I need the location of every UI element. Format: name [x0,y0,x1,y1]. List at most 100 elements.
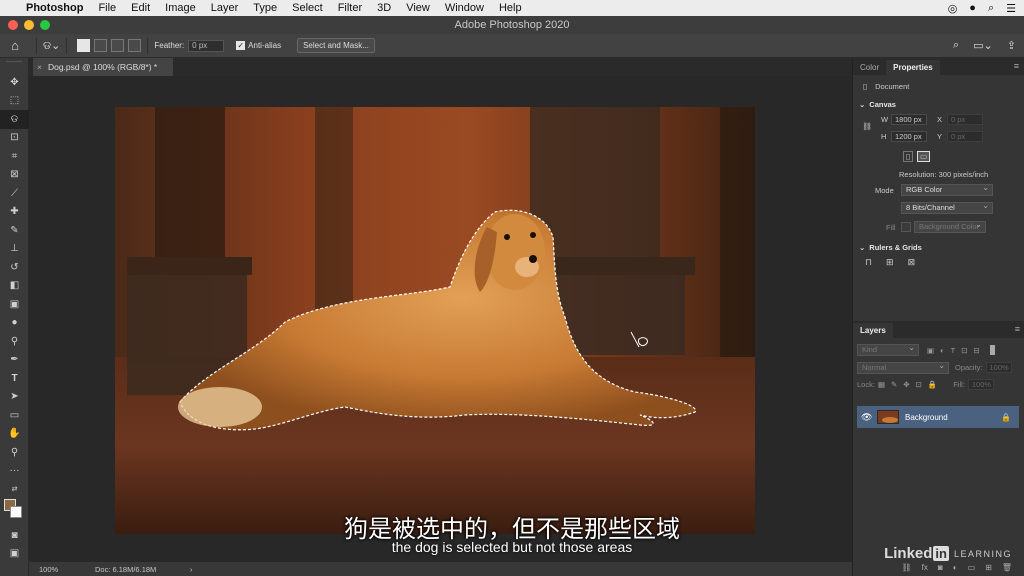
tab-properties[interactable]: Properties [886,60,940,75]
list-icon[interactable]: ☰ [1006,2,1016,15]
eyedropper-tool-icon[interactable]: ⟋ [0,184,29,203]
swap-colors-icon[interactable]: ⇄ [0,480,29,499]
zoom-tool-icon[interactable]: ⚲ [0,443,29,462]
blur-tool-icon[interactable]: ● [0,314,29,333]
kind-filter-select[interactable]: Kind [857,343,919,356]
panel-menu-icon[interactable]: ≡ [1014,61,1019,71]
clone-stamp-tool-icon[interactable]: ⊥ [0,240,29,259]
rulers-icon[interactable]: ⊓ [865,257,872,268]
filter-toggle[interactable] [989,345,995,355]
menu-image[interactable]: Image [165,2,196,14]
new-selection-icon[interactable] [77,39,91,52]
layer-row-background[interactable]: 👁 Background 🔒 [857,406,1019,428]
menu-edit[interactable]: Edit [131,2,150,14]
menu-window[interactable]: Window [445,2,484,14]
x-field[interactable]: 0 px [947,114,983,125]
lock-icon[interactable]: 🔒 [1001,413,1011,422]
rectangle-tool-icon[interactable]: ▭ [0,406,29,425]
fill-swatch[interactable] [901,222,911,232]
landscape-icon[interactable]: ▭ [917,150,931,162]
creative-cloud-icon[interactable]: ◎ [948,2,958,15]
new-group-icon[interactable]: ▭ [968,563,976,572]
fx-icon[interactable]: fx [922,563,928,572]
link-layers-icon[interactable]: ⛓ [902,563,912,572]
healing-brush-tool-icon[interactable]: ✚ [0,203,29,222]
tab-layers[interactable]: Layers [853,323,893,338]
blend-mode-select[interactable]: Normal [857,361,949,374]
workspace-icon[interactable]: ▭⌄ [973,39,993,52]
layer-name[interactable]: Background [905,413,948,422]
maximize-window-button[interactable] [40,20,50,30]
menu-help[interactable]: Help [499,2,522,14]
eraser-tool-icon[interactable]: ◧ [0,277,29,296]
lasso-tool-preset-icon[interactable]: ଡ⌄ [43,39,60,53]
panel-grip[interactable] [6,61,22,69]
search-icon[interactable]: ⌕ [953,39,959,52]
bit-depth-select[interactable]: 8 Bits/Channel [901,201,993,214]
move-tool-icon[interactable]: ✥ [0,73,29,92]
canvas-section-header[interactable]: ⌄ Canvas [853,97,1024,111]
grid-icon[interactable]: ⊞ [886,257,894,268]
select-and-mask-button[interactable]: Select and Mask... [297,38,375,53]
brush-tool-icon[interactable]: ✎ [0,221,29,240]
panel-menu-icon[interactable]: ≡ [1015,324,1020,334]
more-tools-icon[interactable]: ··· [0,462,29,481]
app-menu[interactable]: Photoshop [26,2,83,14]
dodge-tool-icon[interactable]: ⚲ [0,332,29,351]
portrait-icon[interactable]: ▯ [903,150,914,162]
mode-select[interactable]: RGB Color [901,183,993,196]
guides-icon[interactable]: ⊠ [908,257,916,268]
anti-alias-checkbox[interactable]: ✓ [236,41,246,50]
lasso-tool-icon[interactable]: ଡ [0,110,29,129]
tab-color[interactable]: Color [853,60,886,75]
intersect-selection-icon[interactable] [128,39,142,52]
menu-select[interactable]: Select [292,2,323,14]
gradient-tool-icon[interactable]: ▣ [0,295,29,314]
menu-filter[interactable]: Filter [338,2,362,14]
dog-photo[interactable] [115,107,755,534]
adjustment-layer-icon[interactable]: ◐ [953,563,958,572]
close-window-button[interactable] [8,20,18,30]
delete-layer-icon[interactable]: 🗑 [1002,563,1012,572]
home-icon[interactable]: ⌂ [0,38,30,53]
pen-tool-icon[interactable]: ✒ [0,351,29,370]
new-layer-icon[interactable]: ⊞ [985,563,992,572]
marquee-tool-icon[interactable]: ⬚ [0,92,29,111]
path-selection-tool-icon[interactable]: ➤ [0,388,29,407]
y-field[interactable]: 0 px [947,131,983,142]
menu-3d[interactable]: 3D [377,2,391,14]
height-field[interactable]: 1200 px [891,131,927,142]
history-brush-tool-icon[interactable]: ↺ [0,258,29,277]
zoom-level[interactable]: 100% [39,565,95,574]
eye-icon[interactable]: 👁 [861,412,872,423]
close-tab-icon[interactable]: × [37,62,42,72]
add-mask-icon[interactable]: ◙ [938,563,943,572]
feather-input[interactable] [188,39,225,52]
filter-icons[interactable]: ▣◐T⊡⊟ [927,346,986,355]
menu-view[interactable]: View [406,2,430,14]
lock-icons[interactable]: ▦✎✥⊡🔒 [878,380,943,389]
object-selection-tool-icon[interactable]: ⊡ [0,129,29,148]
menu-type[interactable]: Type [253,2,277,14]
type-tool-icon[interactable]: T [0,369,29,388]
user-icon[interactable]: ● [969,2,976,14]
rulers-section-header[interactable]: ⌄ Rulers & Grids [853,240,1024,254]
document-tab[interactable]: × Dog.psd @ 100% (RGB/8*) * [33,58,173,76]
frame-tool-icon[interactable]: ⊠ [0,166,29,185]
status-expand-icon[interactable]: › [190,565,193,574]
share-icon[interactable]: ⇪ [1007,39,1016,52]
fill-select[interactable]: Background Color [914,220,986,233]
opacity-field[interactable]: 100% [985,362,1012,373]
hand-tool-icon[interactable]: ✋ [0,425,29,444]
minimize-window-button[interactable] [24,20,34,30]
menu-layer[interactable]: Layer [211,2,239,14]
menu-file[interactable]: File [98,2,116,14]
layer-fill-field[interactable]: 100% [967,379,994,390]
search-icon[interactable]: ⌕ [988,2,994,15]
canvas-area[interactable] [29,76,852,562]
add-to-selection-icon[interactable] [94,39,108,52]
subtract-from-selection-icon[interactable] [111,39,125,52]
width-field[interactable]: 1800 px [891,114,927,125]
link-icon[interactable]: ⛓ [853,122,881,131]
crop-tool-icon[interactable]: ⌗ [0,147,29,166]
